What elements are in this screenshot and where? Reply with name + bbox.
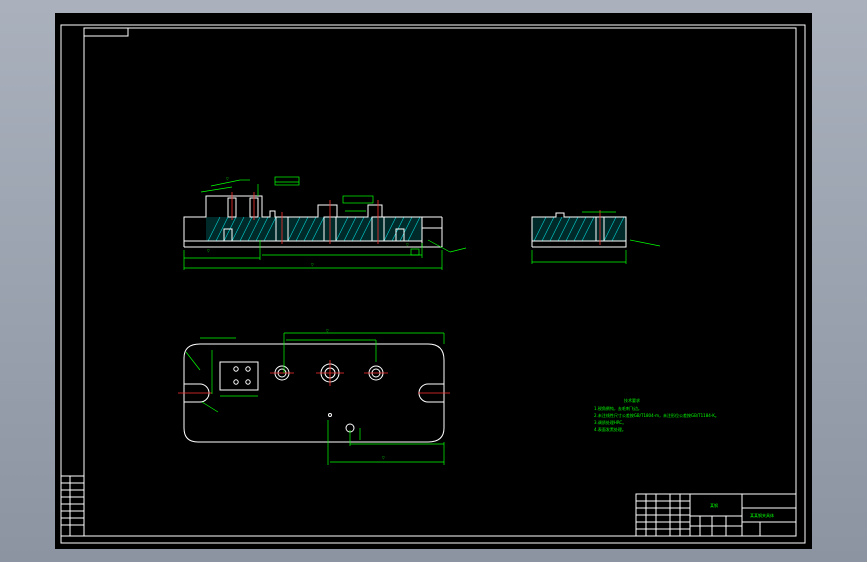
svg-text:▽: ▽	[382, 456, 385, 460]
svg-text:▽: ▽	[207, 249, 210, 253]
tech-note-line: 1.锐角倒钝，去毛刺飞边。	[594, 405, 642, 411]
drawing-sheet: ▽ ▽ ▽ ▽ ▽ ▽ 技术要求 1.锐角倒钝，去毛刺飞边。 2.未注线性尺寸公…	[60, 24, 806, 544]
top-plan-view	[178, 332, 450, 465]
left-strip-table	[60, 475, 85, 537]
side-section-view	[531, 210, 661, 264]
svg-text:▽: ▽	[226, 177, 229, 181]
title-block: 某钢 某某钢夹具体	[635, 493, 797, 537]
tech-notes-heading: 技术要求	[624, 397, 640, 403]
svg-text:▽: ▽	[311, 263, 314, 267]
sheet-inner-border	[83, 27, 797, 537]
svg-text:▽: ▽	[406, 243, 409, 247]
technical-notes: 技术要求 1.锐角倒钝，去毛刺飞边。 2.未注线性尺寸公差按GB/T1804-m…	[594, 397, 719, 432]
tech-note-line: 2.未注线性尺寸公差按GB/T1804-m，未注形位公差按GB/T1184-K。	[594, 412, 719, 418]
drawing-title: 某某钢夹具体	[750, 512, 774, 518]
sheet-outer-border	[60, 24, 806, 544]
cad-viewport[interactable]: ▽ ▽ ▽ ▽ ▽ ▽ 技术要求 1.锐角倒钝，去毛刺飞边。 2.未注线性尺寸公…	[55, 13, 812, 549]
tech-note-line: 3.调质处理HRC。	[594, 419, 626, 425]
front-section-view	[183, 176, 467, 270]
drawing-number-box	[83, 27, 129, 37]
tech-note-line: 4.表面发黑处理。	[594, 426, 626, 432]
part-name: 某钢	[710, 502, 718, 508]
svg-text:▽: ▽	[326, 329, 329, 333]
